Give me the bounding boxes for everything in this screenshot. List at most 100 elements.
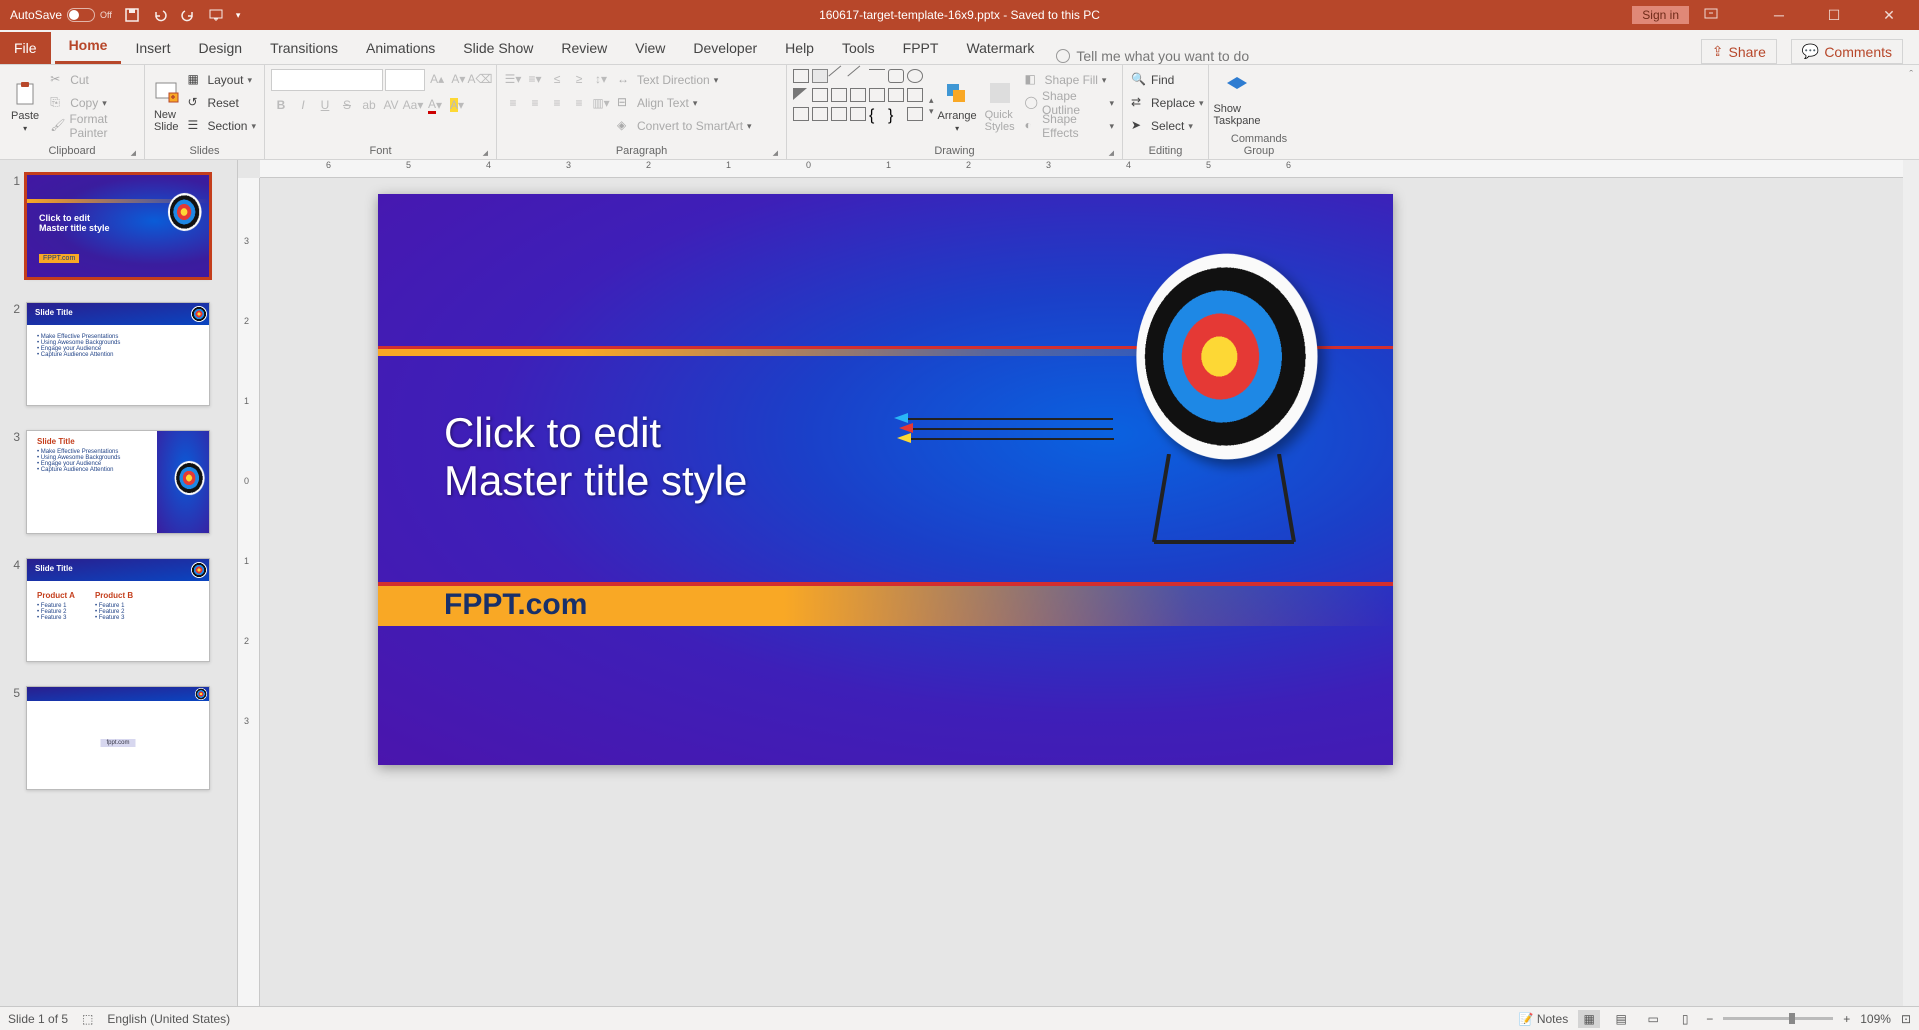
tab-fppt[interactable]: FPPT (889, 32, 953, 64)
fit-to-window-icon[interactable]: ⊡ (1901, 1012, 1911, 1026)
reset-button[interactable]: ↺Reset (185, 92, 258, 114)
copy-button[interactable]: ⎘Copy (48, 92, 138, 114)
line-spacing-button[interactable]: ↕▾ (591, 69, 611, 89)
undo-icon[interactable] (152, 7, 168, 23)
zoom-slider[interactable] (1723, 1017, 1833, 1020)
highlight-button[interactable]: A▾ (447, 95, 467, 115)
zoom-out-button[interactable]: − (1706, 1012, 1713, 1026)
columns-button[interactable]: ▥▾ (591, 93, 611, 113)
underline-button[interactable]: U (315, 95, 335, 115)
tab-file[interactable]: File (0, 32, 51, 64)
bullets-button[interactable]: ☰▾ (503, 69, 523, 89)
thumbnails-panel[interactable]: 1 Click to edit Master title style FPPT.… (0, 160, 238, 1006)
numbering-button[interactable]: ≡▾ (525, 69, 545, 89)
shapes-more-icon[interactable]: ▴▾ (929, 69, 934, 143)
align-text-button[interactable]: ⊟Align Text (615, 92, 754, 114)
shapes-gallery[interactable]: {} (793, 69, 925, 143)
ruler-horizontal[interactable]: 6 5 4 3 2 1 0 1 2 3 4 5 6 (260, 160, 1903, 178)
shape-effects-button[interactable]: ◐Shape Effects (1023, 115, 1116, 137)
reading-view-icon[interactable]: ▭ (1642, 1010, 1664, 1028)
slide-thumbnail-3[interactable]: Slide Title Make Effective Presentations… (26, 430, 210, 534)
tab-design[interactable]: Design (184, 32, 256, 64)
align-left-button[interactable]: ≡ (503, 93, 523, 113)
font-size-input[interactable] (385, 69, 426, 91)
show-taskpane-button[interactable]: Show Taskpane (1215, 69, 1259, 131)
font-name-input[interactable] (271, 69, 383, 91)
select-button[interactable]: ➤Select (1129, 115, 1206, 137)
justify-button[interactable]: ≡ (569, 93, 589, 113)
shadow-button[interactable]: ab (359, 95, 379, 115)
slide-canvas[interactable]: Click to edit Master title style FPPT.co… (378, 194, 1393, 765)
ribbon-options-icon[interactable] (1704, 8, 1744, 22)
maximize-icon[interactable]: ☐ (1814, 7, 1854, 24)
tab-home[interactable]: Home (55, 29, 122, 64)
italic-button[interactable]: I (293, 95, 313, 115)
ruler-vertical[interactable]: 3 2 1 0 1 2 3 (238, 178, 260, 1006)
tab-insert[interactable]: Insert (121, 32, 184, 64)
collapse-ribbon-icon[interactable]: ˆ (1903, 65, 1919, 159)
redo-icon[interactable] (180, 7, 196, 23)
tab-view[interactable]: View (621, 32, 679, 64)
decrease-font-icon[interactable]: A▾ (449, 69, 468, 89)
layout-button[interactable]: ▦Layout (185, 69, 258, 91)
save-icon[interactable] (124, 7, 140, 23)
convert-smartart-button[interactable]: ◈Convert to SmartArt (615, 115, 754, 137)
signin-button[interactable]: Sign in (1632, 6, 1689, 24)
sorter-view-icon[interactable]: ▤ (1610, 1010, 1632, 1028)
cut-button[interactable]: ✂Cut (48, 69, 138, 91)
replace-button[interactable]: ⇄Replace (1129, 92, 1206, 114)
tab-review[interactable]: Review (547, 32, 621, 64)
font-color-button[interactable]: A▾ (425, 95, 445, 115)
tab-watermark[interactable]: Watermark (952, 32, 1048, 64)
char-spacing-button[interactable]: AV (381, 95, 401, 115)
quick-styles-button[interactable]: Quick Styles (981, 69, 1019, 143)
bold-button[interactable]: B (271, 95, 291, 115)
strikethrough-button[interactable]: S (337, 95, 357, 115)
slide-thumbnail-5[interactable]: fppt.com (26, 686, 210, 790)
slide-count[interactable]: Slide 1 of 5 (8, 1012, 68, 1026)
qat-customize-icon[interactable]: ▾ (236, 10, 241, 21)
slide-thumbnail-2[interactable]: Slide Title Make Effective Presentations… (26, 302, 210, 406)
share-button[interactable]: ⇪Share (1701, 39, 1777, 64)
zoom-level[interactable]: 109% (1860, 1012, 1891, 1026)
align-center-button[interactable]: ≡ (525, 93, 545, 113)
change-case-button[interactable]: Aa▾ (403, 95, 423, 115)
autosave-toggle[interactable]: AutoSave Off (10, 8, 112, 22)
tab-help[interactable]: Help (771, 32, 828, 64)
shape-fill-button[interactable]: ◧Shape Fill (1023, 69, 1116, 91)
comments-button[interactable]: 💬Comments (1791, 39, 1903, 64)
language-indicator[interactable]: English (United States) (107, 1012, 230, 1026)
zoom-in-button[interactable]: + (1843, 1012, 1850, 1026)
tab-developer[interactable]: Developer (679, 32, 771, 64)
increase-indent-button[interactable]: ≥ (569, 69, 589, 89)
clear-formatting-icon[interactable]: A⌫ (470, 69, 490, 89)
normal-view-icon[interactable]: ▦ (1578, 1010, 1600, 1028)
notes-button[interactable]: 📝 Notes (1519, 1012, 1569, 1026)
scrollbar-vertical[interactable] (1903, 160, 1919, 1006)
tab-transitions[interactable]: Transitions (256, 32, 352, 64)
slideshow-view-icon[interactable]: ▯ (1674, 1010, 1696, 1028)
slide-thumbnail-1[interactable]: Click to edit Master title style FPPT.co… (26, 174, 210, 278)
find-button[interactable]: 🔍Find (1129, 69, 1206, 91)
tell-me-search[interactable]: Tell me what you want to do (1056, 48, 1249, 64)
tab-slideshow[interactable]: Slide Show (449, 32, 547, 64)
font-group-label[interactable]: Font (271, 143, 490, 159)
accessibility-icon[interactable]: ⬚ (82, 1012, 93, 1026)
tab-tools[interactable]: Tools (828, 32, 889, 64)
paste-button[interactable]: Paste ▾ (6, 69, 44, 143)
new-slide-button[interactable]: New Slide (151, 69, 181, 143)
slide-thumbnail-4[interactable]: Slide Title Product A Feature 1 Feature … (26, 558, 210, 662)
slideshow-start-icon[interactable] (208, 7, 224, 23)
shape-outline-button[interactable]: ◯Shape Outline (1023, 92, 1116, 114)
close-icon[interactable]: ✕ (1869, 7, 1909, 24)
clipboard-group-label[interactable]: Clipboard (6, 143, 138, 159)
align-right-button[interactable]: ≡ (547, 93, 567, 113)
decrease-indent-button[interactable]: ≤ (547, 69, 567, 89)
text-direction-button[interactable]: ↔Text Direction (615, 69, 754, 91)
slide-brand-text[interactable]: FPPT.com (444, 588, 587, 622)
format-painter-button[interactable]: 🖌Format Painter (48, 115, 138, 137)
arrange-button[interactable]: Arrange▾ (938, 69, 977, 143)
paragraph-group-label[interactable]: Paragraph (503, 143, 780, 159)
drawing-group-label[interactable]: Drawing (793, 143, 1116, 159)
increase-font-icon[interactable]: A▴ (427, 69, 446, 89)
